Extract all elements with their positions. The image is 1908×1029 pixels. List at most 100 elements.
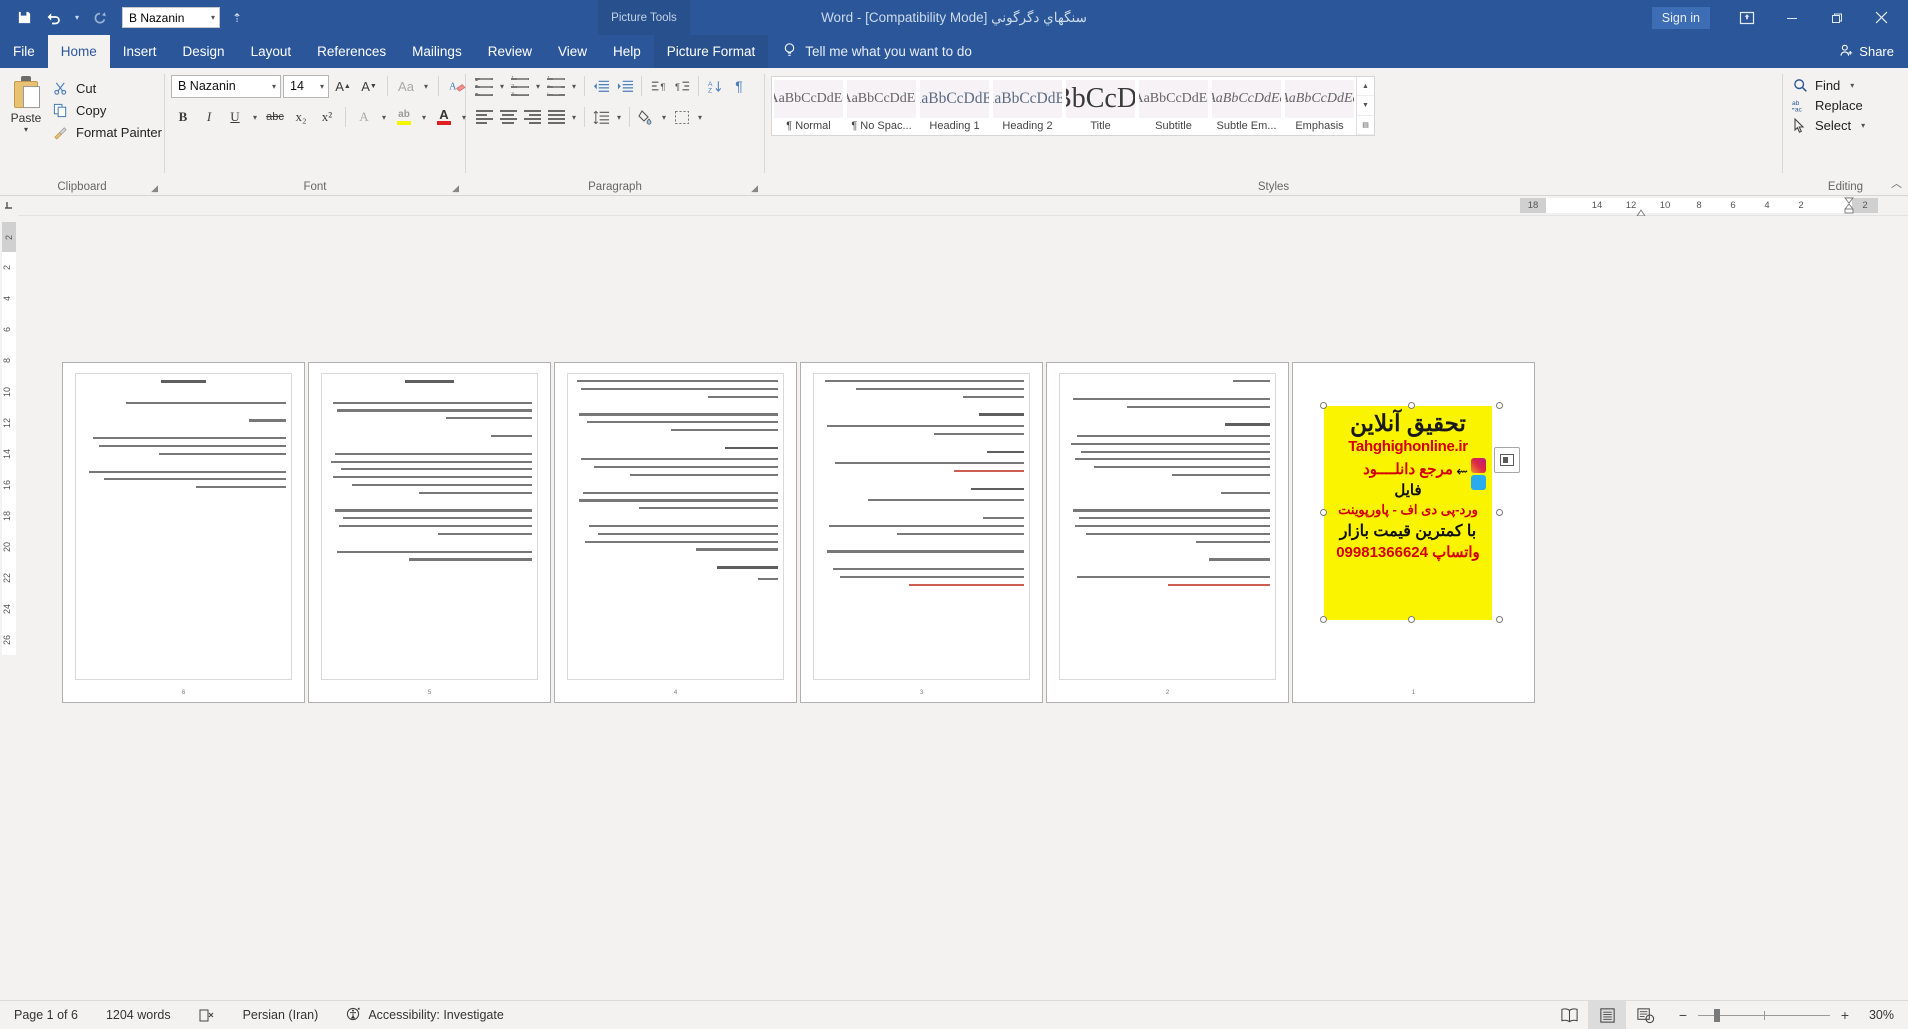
tab-design[interactable]: Design — [170, 35, 238, 68]
handle-mid-right[interactable] — [1496, 509, 1503, 516]
underline-button[interactable]: U — [223, 105, 247, 129]
paragraph-dialog-launcher[interactable]: ◢ — [751, 183, 758, 194]
shrink-font-icon[interactable]: A ▼ — [357, 74, 381, 98]
vertical-ruler[interactable]: 2 2 4 6 8 10 12 14 16 18 20 22 24 26 — [0, 216, 18, 1000]
font-dialog-launcher[interactable]: ◢ — [452, 183, 459, 194]
tab-view[interactable]: View — [545, 35, 600, 68]
tab-mailings[interactable]: Mailings — [399, 35, 475, 68]
chevron-down-icon[interactable]: ▾ — [211, 13, 215, 22]
multilevel-dropdown-icon[interactable]: ▾ — [568, 82, 580, 91]
find-button[interactable]: Find ▾ — [1791, 78, 1869, 93]
select-button[interactable]: Select ▾ — [1791, 118, 1869, 133]
accessibility-indicator[interactable]: Accessibility: Investigate — [332, 1001, 517, 1029]
tab-layout[interactable]: Layout — [238, 35, 305, 68]
restore-button[interactable] — [1814, 0, 1859, 35]
decrease-indent-icon[interactable] — [589, 74, 613, 98]
change-case-button[interactable]: Aa — [394, 74, 418, 98]
zoom-slider-thumb[interactable] — [1714, 1008, 1720, 1022]
strikethrough-button[interactable]: abc — [263, 105, 287, 129]
ruler-page-area[interactable]: 14 12 10 8 6 4 2 — [1546, 198, 1852, 213]
superscript-button[interactable]: x² — [315, 105, 339, 129]
document-page[interactable]: 4 — [554, 362, 797, 703]
align-right-icon[interactable] — [520, 105, 544, 129]
view-read-mode-button[interactable] — [1550, 1001, 1588, 1029]
tab-review[interactable]: Review — [475, 35, 545, 68]
select-dropdown-icon[interactable]: ▾ — [1857, 121, 1869, 130]
chevron-down-icon[interactable]: ▾ — [320, 82, 324, 91]
borders-icon[interactable] — [670, 105, 694, 129]
tab-home[interactable]: Home — [47, 35, 110, 68]
tab-help[interactable]: Help — [600, 35, 654, 68]
language-indicator[interactable]: Persian (Iran) — [229, 1001, 333, 1029]
ruler-top-margin[interactable]: 2 — [2, 222, 16, 252]
style-subtitle[interactable]: AaBbCcDdEe Subtitle — [1137, 77, 1210, 135]
text-effects-icon[interactable]: A — [352, 105, 376, 129]
font-color-icon[interactable]: A — [432, 105, 456, 129]
shading-icon[interactable] — [634, 105, 658, 129]
style-subtle-emphasis[interactable]: AaBbCcDdEe Subtle Em... — [1210, 77, 1283, 135]
bullets-icon[interactable] — [472, 74, 496, 98]
ruler-left-margin[interactable]: 18 — [1520, 198, 1546, 213]
close-button[interactable] — [1859, 0, 1904, 35]
font-size-selector[interactable]: 14 ▾ — [283, 74, 329, 98]
clipboard-dialog-launcher[interactable]: ◢ — [151, 183, 158, 194]
italic-button[interactable]: I — [197, 105, 221, 129]
quick-font-selector[interactable]: B Nazanin ▾ — [122, 7, 220, 28]
zoom-out-button[interactable]: − — [1676, 1007, 1690, 1023]
word-count[interactable]: 1204 words — [92, 1001, 185, 1029]
tab-picture-format[interactable]: Picture Format — [653, 35, 769, 68]
zoom-level-button[interactable]: 30% — [1864, 1008, 1908, 1022]
zoom-in-button[interactable]: + — [1838, 1007, 1852, 1023]
tab-file[interactable]: File — [0, 35, 48, 68]
zoom-slider[interactable] — [1698, 1008, 1830, 1022]
horizontal-ruler[interactable]: 18 14 12 10 8 6 4 2 2 — [0, 195, 1908, 217]
text-highlight-icon[interactable]: ab — [392, 105, 416, 129]
styles-scroll-down-icon[interactable]: ▼ — [1357, 96, 1374, 116]
text-effects-dropdown-icon[interactable]: ▾ — [378, 113, 390, 122]
tab-references[interactable]: References — [304, 35, 399, 68]
paste-button[interactable]: Paste ▾ — [0, 74, 52, 134]
sign-in-button[interactable]: Sign in — [1651, 6, 1710, 29]
numbering-icon[interactable]: 123 — [508, 74, 532, 98]
style-normal[interactable]: AaBbCcDdEe ¶ Normal — [772, 77, 845, 135]
bullets-dropdown-icon[interactable]: ▾ — [496, 82, 508, 91]
chevron-down-icon[interactable]: ▾ — [272, 82, 276, 91]
customize-qat-icon[interactable]: ⇡ — [232, 11, 242, 25]
document-page[interactable]: 5 — [308, 362, 551, 703]
copy-button[interactable]: Copy — [52, 102, 162, 119]
style-emphasis[interactable]: AaBbCcDdEe Emphasis — [1283, 77, 1356, 135]
multilevel-list-icon[interactable]: 1ai — [544, 74, 568, 98]
left-to-right-icon[interactable]: ¶ — [646, 74, 670, 98]
styles-more-icon[interactable]: ▤ — [1357, 116, 1374, 135]
show-formatting-marks-icon[interactable]: ¶ — [727, 74, 751, 98]
layout-options-button[interactable] — [1494, 447, 1520, 473]
view-web-layout-button[interactable] — [1626, 1001, 1664, 1029]
share-button[interactable]: Share — [1839, 35, 1908, 68]
document-page[interactable]: 3 — [800, 362, 1043, 703]
shading-dropdown-icon[interactable]: ▾ — [658, 113, 670, 122]
styles-scrollbar[interactable]: ▲ ▼ ▤ — [1356, 77, 1374, 135]
highlight-dropdown-icon[interactable]: ▾ — [418, 113, 430, 122]
document-page[interactable]: 2 — [1046, 362, 1289, 703]
tab-stop-selector[interactable] — [0, 195, 18, 216]
increase-indent-icon[interactable] — [613, 74, 637, 98]
find-dropdown-icon[interactable]: ▾ — [1846, 81, 1858, 90]
style-no-spacing[interactable]: AaBbCcDdEe ¶ No Spac... — [845, 77, 918, 135]
document-canvas[interactable]: 6 5 4 3 2 تحقیق آنلاین Tahghighonline.ir… — [18, 216, 1908, 1000]
font-name-selector[interactable]: B Nazanin ▾ — [171, 74, 281, 98]
sort-icon[interactable]: AZ — [703, 74, 727, 98]
styles-scroll-up-icon[interactable]: ▲ — [1357, 77, 1374, 97]
collapse-ribbon-icon[interactable]: ︿ — [1891, 175, 1902, 191]
grow-font-icon[interactable]: A ▲ — [331, 74, 355, 98]
subscript-button[interactable]: x₂ — [289, 105, 313, 129]
zoom-control[interactable]: − + — [1664, 1007, 1864, 1023]
minimize-button[interactable] — [1769, 0, 1814, 35]
redo-icon[interactable] — [86, 5, 114, 31]
cut-button[interactable]: Cut — [52, 80, 162, 97]
tell-me-box[interactable]: Tell me what you want to do — [782, 35, 972, 68]
numbering-dropdown-icon[interactable]: ▾ — [532, 82, 544, 91]
line-spacing-dropdown-icon[interactable]: ▾ — [613, 113, 625, 122]
bold-button[interactable]: B — [171, 105, 195, 129]
line-spacing-icon[interactable] — [589, 105, 613, 129]
right-to-left-icon[interactable]: ¶ — [670, 74, 694, 98]
